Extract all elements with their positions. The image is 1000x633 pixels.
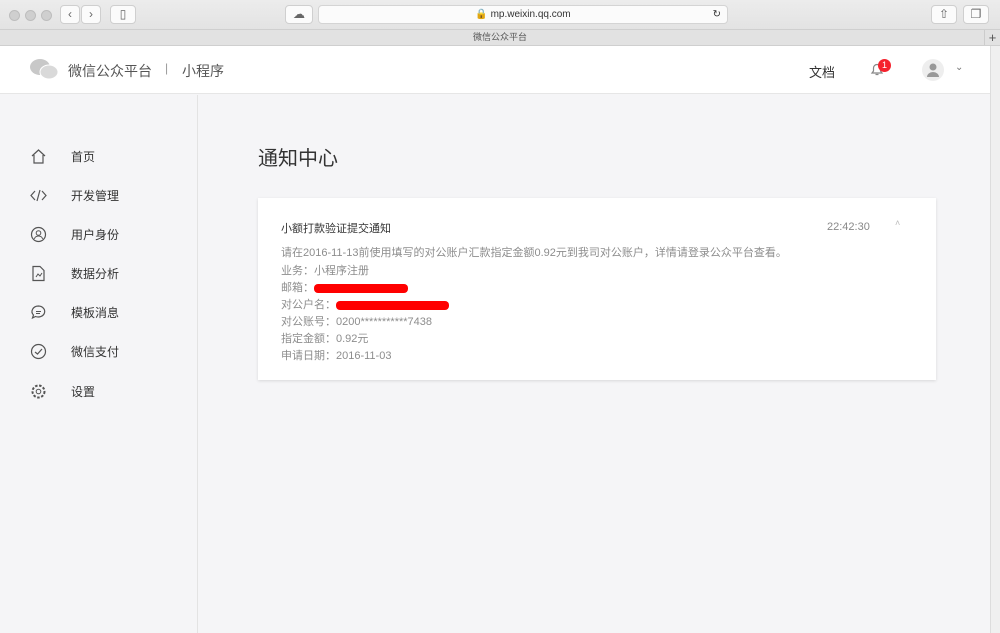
sidebar-item-user[interactable]: 用户身份 xyxy=(30,224,119,244)
business-row: 业务：小程序注册 xyxy=(281,262,369,278)
business-label: 业务： xyxy=(281,265,314,277)
sidebar-item-pay[interactable]: 微信支付 xyxy=(30,341,119,361)
forward-button[interactable]: › xyxy=(81,5,101,24)
close-window-button[interactable] xyxy=(9,10,20,21)
sidebar-item-analytics[interactable]: 数据分析 xyxy=(30,263,119,283)
amount-value: 0.92元 xyxy=(336,333,369,345)
amount-label: 指定金额： xyxy=(281,333,336,345)
pay-icon xyxy=(30,343,47,359)
email-label: 邮箱： xyxy=(281,282,314,294)
brand-name[interactable]: 微信公众平台 xyxy=(68,61,152,81)
sidebar-item-home[interactable]: 首页 xyxy=(30,146,95,166)
account-number-label: 对公账号： xyxy=(281,316,336,328)
sidebar-item-label: 用户身份 xyxy=(71,227,120,242)
sidebar-item-label: 首页 xyxy=(71,149,96,164)
notification-title: 小额打款验证提交通知 xyxy=(281,223,391,235)
user-icon xyxy=(30,226,47,242)
sidebar-item-label: 设置 xyxy=(71,384,96,399)
minimize-window-button[interactable] xyxy=(25,10,36,21)
sidebar: 首页 开发管理 用户身份 数据分析 模板消息 微信支付 设置 xyxy=(0,95,198,633)
account-name-row: 对公户名： xyxy=(281,296,449,312)
business-value: 小程序注册 xyxy=(314,265,369,277)
date-row: 申请日期：2016-11-03 xyxy=(281,347,391,363)
avatar[interactable] xyxy=(922,59,944,81)
account-number-row: 对公账号：0200***********7438 xyxy=(281,313,432,329)
back-button[interactable]: ‹ xyxy=(60,5,80,24)
zoom-window-button[interactable] xyxy=(41,10,52,21)
sidebar-item-label: 开发管理 xyxy=(71,188,120,203)
notification-body: 请在2016-11-13前使用填写的对公账户汇款指定金额0.92元到我司对公账户… xyxy=(281,247,787,259)
date-value: 2016-11-03 xyxy=(336,350,392,362)
sidebar-item-settings[interactable]: 设置 xyxy=(30,381,95,401)
sidebar-item-label: 数据分析 xyxy=(71,266,120,281)
top-header: 微信公众平台 | 小程序 文档 1 ⌄ xyxy=(0,46,990,94)
amount-row: 指定金额：0.92元 xyxy=(281,330,368,346)
email-row: 邮箱： xyxy=(281,279,408,295)
browser-toolbar: ‹ › ▯ ☁ 🔒 mp.weixin.qq.com ↻ ⇧ ❐ xyxy=(0,0,1000,30)
date-label: 申请日期： xyxy=(281,350,336,362)
chevron-down-icon[interactable]: ⌄ xyxy=(955,62,963,73)
tab-bar: 微信公众平台 + xyxy=(0,30,1000,46)
notification-card[interactable]: 小额打款验证提交通知 22:42:30 ˄ 请在2016-11-13前使用填写的… xyxy=(258,198,936,380)
wechat-logo-icon xyxy=(30,59,58,80)
message-icon xyxy=(31,304,46,319)
sidebar-item-label: 微信支付 xyxy=(71,344,120,359)
tab-title[interactable]: 微信公众平台 xyxy=(473,32,527,42)
email-redaction xyxy=(314,283,408,293)
account-name-redaction xyxy=(336,300,449,310)
reload-icon[interactable]: ↻ xyxy=(713,6,721,23)
notification-badge: 1 xyxy=(878,59,891,72)
home-icon xyxy=(31,148,46,164)
sidebar-toggle-button[interactable]: ▯ xyxy=(110,5,136,24)
sidebar-item-label: 模板消息 xyxy=(71,305,120,320)
sidebar-item-dev[interactable]: 开发管理 xyxy=(30,185,119,205)
brand-separator: | xyxy=(165,61,169,75)
code-icon xyxy=(30,189,47,201)
new-tab-button[interactable]: + xyxy=(984,30,1000,45)
address-bar[interactable]: 🔒 mp.weixin.qq.com ↻ xyxy=(318,5,728,24)
chart-file-icon xyxy=(32,265,45,281)
cloud-icon[interactable]: ☁ xyxy=(285,5,313,24)
product-name: 小程序 xyxy=(182,63,224,79)
collapse-icon[interactable]: ˄ xyxy=(895,218,900,228)
share-button[interactable]: ⇧ xyxy=(931,5,957,24)
gear-icon xyxy=(31,384,46,398)
notification-button[interactable]: 1 xyxy=(869,59,891,82)
url-text: mp.weixin.qq.com xyxy=(490,9,571,20)
scrollbar[interactable] xyxy=(990,46,1000,633)
user-silhouette-icon xyxy=(927,63,939,77)
account-number-value: 0200***********7438 xyxy=(336,316,433,328)
sidebar-item-template[interactable]: 模板消息 xyxy=(30,302,119,322)
tabs-button[interactable]: ❐ xyxy=(963,5,989,24)
account-name-label: 对公户名： xyxy=(281,299,336,311)
docs-link[interactable]: 文档 xyxy=(809,62,835,81)
page-title: 通知中心 xyxy=(258,148,338,170)
notification-time: 22:42:30 xyxy=(827,221,870,233)
